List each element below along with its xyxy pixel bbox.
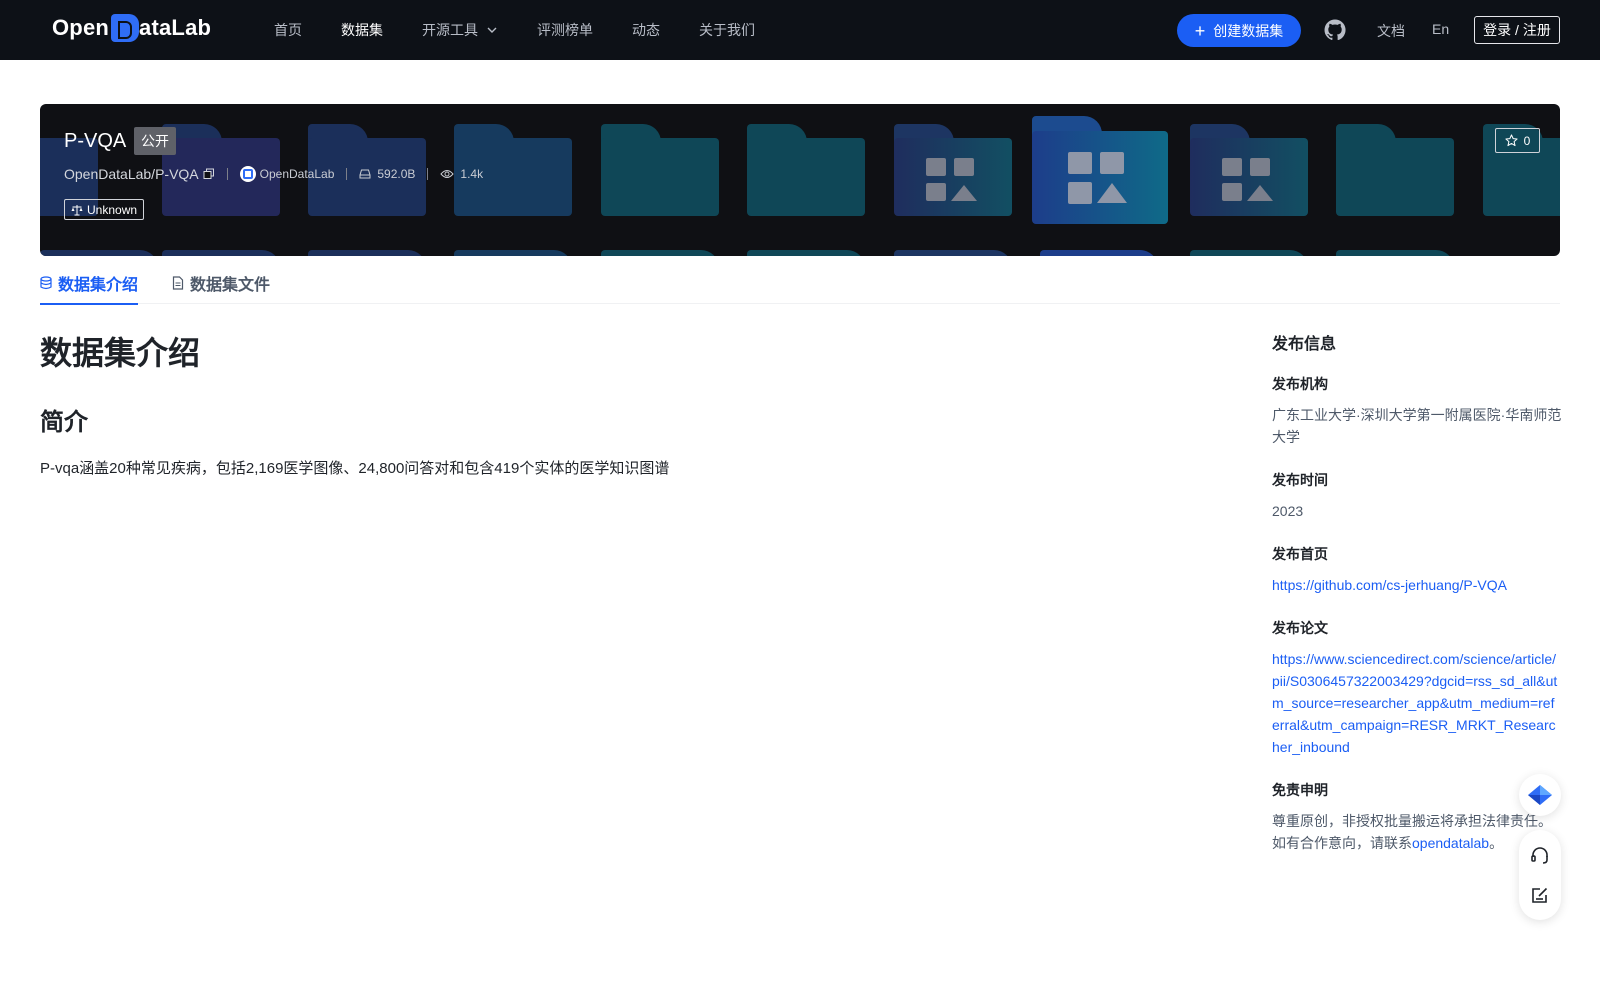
nav-item-about[interactable]: 关于我们 xyxy=(699,20,755,40)
banner-folder-decoration xyxy=(894,250,1012,256)
scale-icon xyxy=(71,204,83,215)
create-dataset-label: 创建数据集 xyxy=(1213,22,1284,39)
feedback-edit-icon[interactable] xyxy=(1530,885,1550,905)
top-navbar: Open ataLab 首页 数据集 开源工具 评测榜单 动态 关于我们 + 创… xyxy=(0,0,1600,60)
contact-link[interactable]: opendatalab xyxy=(1412,835,1489,851)
float-toolbar xyxy=(1519,830,1561,920)
login-register-button[interactable]: 登录 / 注册 xyxy=(1474,16,1560,44)
dataset-meta-row: OpenDataLab/P-VQA OpenDataLab 592.0B 1.4… xyxy=(64,166,483,182)
meta-divider xyxy=(346,168,348,180)
dataset-title: P-VQA xyxy=(64,130,127,152)
tab-dataset-files[interactable]: 数据集文件 xyxy=(172,262,270,304)
section-heading: 简介 xyxy=(40,409,88,436)
banner-folder-decoration xyxy=(601,124,719,216)
dataset-views: 1.4k xyxy=(440,167,483,181)
eye-icon xyxy=(440,170,455,178)
logo-d-mark-icon xyxy=(111,14,140,42)
page-title: 数据集介绍 xyxy=(40,335,201,371)
banner-folder-decoration xyxy=(308,250,426,256)
dataset-size: 592.0B xyxy=(359,167,415,181)
nav-item-open-source-tools[interactable]: 开源工具 xyxy=(422,20,498,40)
dataset-description: P-vqa涵盖20种常见疾病，包括2,169医学图像、24,800问答对和包含4… xyxy=(40,460,670,477)
meta-divider xyxy=(427,168,429,180)
homepage-label: 发布首页 xyxy=(1272,546,1328,562)
banner-folder-decoration xyxy=(894,124,1012,216)
copy-icon[interactable] xyxy=(203,168,215,180)
star-button[interactable]: 0 xyxy=(1495,128,1540,153)
banner-folder-decoration xyxy=(1190,250,1308,256)
homepage-link[interactable]: https://github.com/cs-jerhuang/P-VQA xyxy=(1272,574,1562,596)
nav-item-leaderboard[interactable]: 评测榜单 xyxy=(537,20,593,40)
logo-text-left: Open xyxy=(52,15,110,40)
plus-icon: + xyxy=(1194,20,1206,41)
banner-folder-highlight xyxy=(1032,116,1168,224)
assistant-button[interactable] xyxy=(1519,774,1561,816)
banner-folder-decoration xyxy=(162,250,280,256)
database-icon xyxy=(40,276,52,290)
publisher-label: 发布机构 xyxy=(1272,376,1328,392)
banner-folder-decoration xyxy=(1190,124,1308,216)
chevron-down-icon xyxy=(487,27,497,33)
nav-item-news[interactable]: 动态 xyxy=(632,20,660,40)
banner-folder-decoration xyxy=(747,124,865,216)
create-dataset-button[interactable]: + 创建数据集 xyxy=(1177,14,1301,47)
tab-dataset-intro[interactable]: 数据集介绍 xyxy=(40,262,139,305)
paper-link[interactable]: https://www.sciencedirect.com/science/ar… xyxy=(1272,648,1562,758)
file-icon xyxy=(172,276,184,290)
assistant-diamond-icon xyxy=(1528,785,1552,805)
star-icon xyxy=(1505,134,1518,147)
banner-folder-decoration xyxy=(454,250,572,256)
banner-folder-decoration xyxy=(40,250,158,256)
paper-label: 发布论文 xyxy=(1272,620,1328,636)
banner-folder-decoration xyxy=(1336,250,1454,256)
org-avatar-icon xyxy=(239,166,256,182)
nav-item-datasets[interactable]: 数据集 xyxy=(341,20,383,40)
dataset-org[interactable]: OpenDataLab xyxy=(239,166,335,182)
publish-time-value: 2023 xyxy=(1272,503,1304,519)
visibility-badge: 公开 xyxy=(134,127,176,155)
headset-icon[interactable] xyxy=(1530,846,1550,866)
banner-folder-decoration xyxy=(601,250,719,256)
logo-text-right: ataLab xyxy=(139,15,212,40)
dataset-org-name: OpenDataLab xyxy=(259,167,335,181)
banner-folder-decoration xyxy=(1040,250,1158,256)
banner-folder-decoration xyxy=(1336,124,1454,216)
language-switch[interactable]: En xyxy=(1432,21,1449,37)
nav-item-home[interactable]: 首页 xyxy=(274,20,302,40)
docs-link[interactable]: 文档 xyxy=(1377,21,1405,41)
meta-divider xyxy=(226,168,228,180)
star-count: 0 xyxy=(1523,133,1531,148)
github-icon[interactable] xyxy=(1323,18,1347,42)
publish-info-title: 发布信息 xyxy=(1272,336,1337,353)
banner-folder-decoration xyxy=(747,250,865,256)
publish-time-label: 发布时间 xyxy=(1272,472,1328,488)
dataset-tabs: 数据集介绍 数据集文件 xyxy=(40,262,1560,305)
hard-drive-icon xyxy=(359,169,371,179)
license-badge: Unknown xyxy=(64,199,145,220)
opendatalab-logo[interactable]: Open ataLab xyxy=(52,14,211,42)
dataset-path: OpenDataLab/P-VQA xyxy=(64,166,199,182)
publisher-value: 广东工业大学·深圳大学第一附属医院·华南师范大学 xyxy=(1272,407,1562,445)
main-menu: 首页 数据集 开源工具 评测榜单 动态 关于我们 xyxy=(274,0,794,60)
